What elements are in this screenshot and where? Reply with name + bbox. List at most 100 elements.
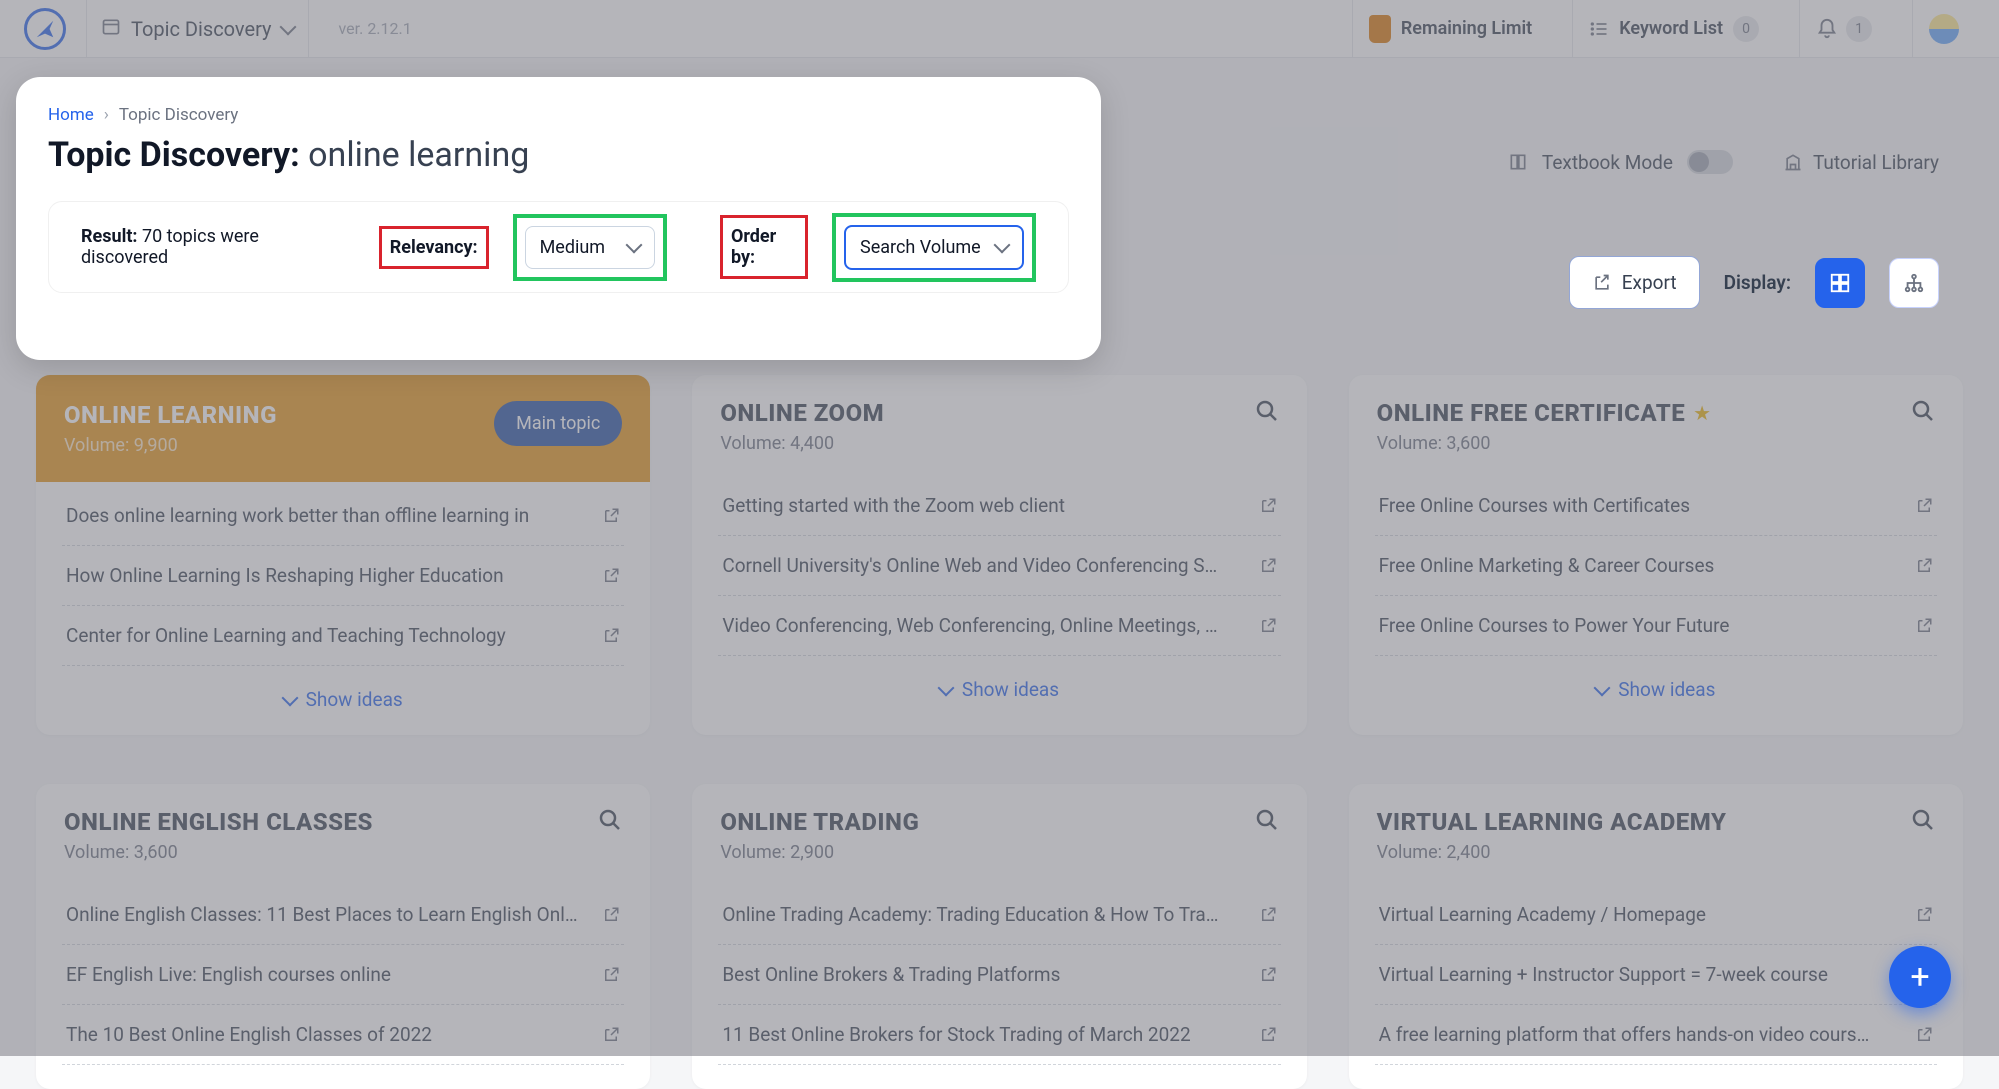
chevron-down-icon [281, 689, 298, 706]
topics-grid-row-2: ONLINE ENGLISH CLASSES Volume: 3,600 Onl… [36, 784, 1963, 1089]
card-volume: Volume: 2,400 [1377, 842, 1727, 863]
card-volume: Volume: 9,900 [64, 435, 277, 456]
card-volume: Volume: 2,900 [720, 842, 919, 863]
list-item[interactable]: Does online learning work better than of… [62, 486, 624, 546]
relevancy-select[interactable]: Medium [525, 226, 655, 269]
external-link-icon [1259, 906, 1277, 924]
display-label: Display: [1724, 271, 1791, 294]
external-link-icon [1915, 617, 1933, 635]
card-volume: Volume: 3,600 [64, 842, 373, 863]
card-title: ONLINE ZOOM [720, 399, 884, 427]
show-ideas-button[interactable]: Show ideas [692, 678, 1306, 701]
card-title: ONLINE FREE CERTIFICATE [1377, 399, 1686, 427]
list-item[interactable]: Free Online Marketing & Career Courses [1375, 536, 1937, 596]
search-icon[interactable] [1255, 399, 1279, 423]
book-icon [1508, 152, 1528, 172]
card-list: Getting started with the Zoom web client… [692, 472, 1306, 656]
main-topic-badge: Main topic [494, 401, 622, 446]
relevancy-select-highlight: Medium [513, 214, 667, 281]
app-logo[interactable] [24, 8, 66, 50]
grid-icon [1829, 272, 1851, 294]
orderby-label: Order by: [731, 226, 797, 268]
list-item[interactable]: Free Online Courses to Power Your Future [1375, 596, 1937, 656]
list-item[interactable]: Online Trading Academy: Trading Educatio… [718, 885, 1280, 945]
card-header: ONLINE ENGLISH CLASSES Volume: 3,600 [36, 784, 650, 881]
search-icon[interactable] [1911, 399, 1935, 423]
topbar: Topic Discovery ver. 2.12.1 Remaining Li… [0, 0, 1999, 58]
list-item[interactable]: Center for Online Learning and Teaching … [62, 606, 624, 666]
list-item[interactable]: 11 Best Online Brokers for Stock Trading… [718, 1005, 1280, 1065]
user-menu[interactable] [1912, 0, 1975, 58]
topic-card: ONLINE LEARNING Volume: 9,900 Main topic… [36, 375, 650, 735]
notifications-button[interactable]: 1 [1799, 0, 1888, 58]
list-item[interactable]: Virtual Learning + Instructor Support = … [1375, 945, 1937, 1005]
export-button[interactable]: Export [1569, 256, 1700, 309]
list-item[interactable]: Best Online Brokers & Trading Platforms [718, 945, 1280, 1005]
toggle-switch[interactable] [1687, 150, 1733, 174]
bell-icon [1816, 18, 1838, 40]
relevancy-label: Relevancy: [390, 237, 478, 258]
topic-card: ONLINE ENGLISH CLASSES Volume: 3,600 Onl… [36, 784, 650, 1089]
card-header: ONLINE LEARNING Volume: 9,900 Main topic [36, 375, 650, 482]
external-link-icon [1259, 617, 1277, 635]
control-bar: Result: 70 topics were discovered Releva… [48, 201, 1069, 293]
show-ideas-button[interactable]: Show ideas [36, 688, 650, 711]
orderby-select[interactable]: Search Volume [844, 225, 1024, 270]
search-icon[interactable] [1911, 808, 1935, 832]
card-title: ONLINE ENGLISH CLASSES [64, 808, 373, 836]
topbar-right: Remaining Limit Keyword List 0 1 [1352, 0, 1975, 58]
topic-card: ONLINE ZOOM Volume: 4,400 Getting starte… [692, 375, 1306, 735]
card-list: Does online learning work better than of… [36, 482, 650, 666]
textbook-mode-toggle[interactable]: Textbook Mode [1508, 150, 1733, 174]
list-item[interactable]: Video Conferencing, Web Conferencing, On… [718, 596, 1280, 656]
list-item[interactable]: A free learning platform that offers han… [1375, 1005, 1937, 1065]
list-item[interactable]: The 10 Best Online English Classes of 20… [62, 1005, 624, 1065]
remaining-limit-button[interactable]: Remaining Limit [1352, 0, 1548, 58]
card-title: VIRTUAL LEARNING ACADEMY [1377, 808, 1727, 836]
card-header: ONLINE TRADING Volume: 2,900 [692, 784, 1306, 881]
orderby-label-highlight: Order by: [720, 215, 808, 279]
plus-icon: + [1910, 957, 1929, 997]
export-icon [1592, 273, 1612, 293]
grid-view-button[interactable] [1815, 258, 1865, 308]
topic-card: ONLINE TRADING Volume: 2,900 Online Trad… [692, 784, 1306, 1089]
external-link-icon [602, 627, 620, 645]
external-link-icon [602, 966, 620, 984]
result-text: Result: 70 topics were discovered [81, 226, 322, 268]
tool-selector[interactable]: Topic Discovery [86, 0, 309, 57]
list-item[interactable]: EF English Live: English courses online [62, 945, 624, 1005]
chevron-right-icon: › [104, 105, 109, 125]
tree-view-button[interactable] [1889, 258, 1939, 308]
breadcrumb-home[interactable]: Home [48, 105, 94, 125]
tool-name: Topic Discovery [131, 17, 272, 41]
tutorial-library-button[interactable]: Tutorial Library [1783, 151, 1939, 174]
external-link-icon [1259, 966, 1277, 984]
show-ideas-button[interactable]: Show ideas [1349, 678, 1963, 701]
external-link-icon [1259, 1026, 1277, 1044]
external-link-icon [1259, 497, 1277, 515]
search-icon[interactable] [1255, 808, 1279, 832]
relevancy-label-highlight: Relevancy: [379, 226, 489, 269]
page-title: Topic Discovery: online learning [48, 135, 1069, 175]
star-icon: ★ [1693, 401, 1711, 425]
topic-card: VIRTUAL LEARNING ACADEMY Volume: 2,400 V… [1349, 784, 1963, 1089]
list-item[interactable]: Virtual Learning Academy / Homepage [1375, 885, 1937, 945]
external-link-icon [602, 906, 620, 924]
chevron-down-icon [279, 18, 296, 35]
list-item[interactable]: Online English Classes: 11 Best Places t… [62, 885, 624, 945]
notification-count-badge: 1 [1846, 16, 1872, 42]
card-list: Free Online Courses with Certificates Fr… [1349, 472, 1963, 656]
list-icon [101, 17, 121, 41]
chevron-down-icon [625, 237, 642, 254]
keyword-list-button[interactable]: Keyword List 0 [1572, 0, 1775, 58]
tree-icon [1903, 272, 1925, 294]
list-item[interactable]: How Online Learning Is Reshaping Higher … [62, 546, 624, 606]
search-icon[interactable] [598, 808, 622, 832]
external-link-icon [1915, 557, 1933, 575]
list-item[interactable]: Cornell University's Online Web and Vide… [718, 536, 1280, 596]
card-title: ONLINE LEARNING [64, 401, 277, 429]
list-item[interactable]: Free Online Courses with Certificates [1375, 476, 1937, 536]
card-header: ONLINE ZOOM Volume: 4,400 [692, 375, 1306, 472]
list-item[interactable]: Getting started with the Zoom web client [718, 476, 1280, 536]
add-fab[interactable]: + [1889, 946, 1951, 1008]
